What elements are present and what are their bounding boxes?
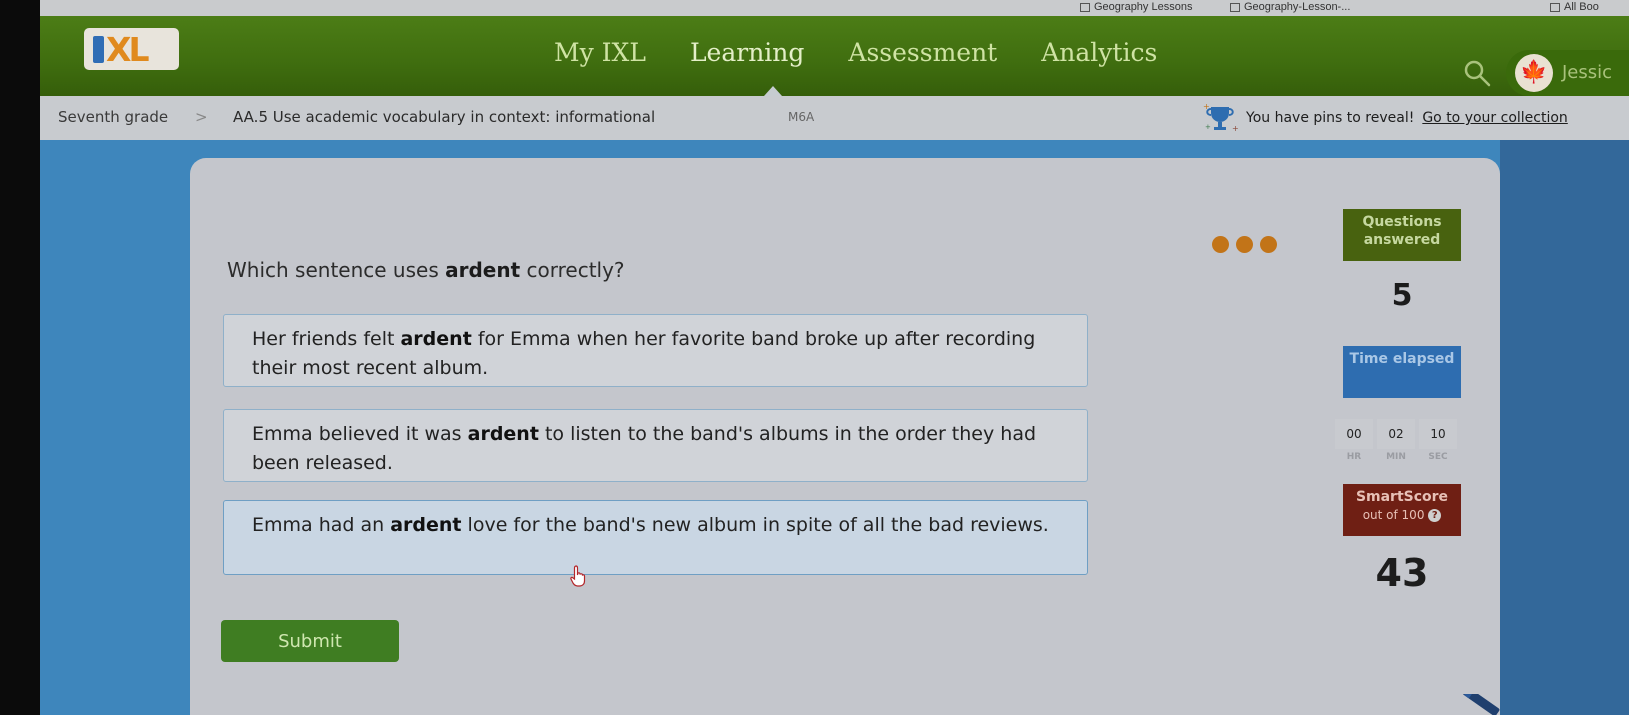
pins-notice: + + + You have pins to reveal! Go to you… xyxy=(1202,103,1568,133)
skill-code: M6A xyxy=(788,110,815,124)
answer-option-2[interactable]: Emma believed it was ardent to listen to… xyxy=(223,409,1088,482)
time-unit-sec: SEC xyxy=(1428,452,1448,462)
svg-text:+: + xyxy=(1205,123,1211,131)
maple-leaf-icon: 🍁 xyxy=(1520,60,1548,85)
breadcrumb-separator: > xyxy=(195,108,208,126)
breadcrumb-grade[interactable]: Seventh grade xyxy=(58,108,168,126)
logo-bar xyxy=(93,36,104,63)
smartscore-subtitle: out of 100 ? xyxy=(1343,506,1461,524)
breadcrumb-skill: AA.5 Use academic vocabulary in context:… xyxy=(233,108,656,126)
go-to-collection-link[interactable]: Go to your collection xyxy=(1422,110,1567,126)
time-minutes: 02 xyxy=(1377,419,1415,449)
right-gutter xyxy=(1500,140,1629,715)
bookmark-label: All Boo xyxy=(1564,1,1599,13)
progress-dot xyxy=(1212,236,1229,253)
time-seconds: 10 xyxy=(1419,419,1457,449)
time-unit-hr: HR xyxy=(1346,452,1362,462)
progress-dots xyxy=(1212,236,1277,253)
answer-option-1[interactable]: Her friends felt ardent for Emma when he… xyxy=(223,314,1088,387)
folder-icon xyxy=(1550,2,1560,12)
logo-text: XL xyxy=(106,30,150,69)
questions-answered-label: Questions answered xyxy=(1343,209,1461,261)
smartscore-title: SmartScore xyxy=(1355,489,1449,505)
nav-assessment[interactable]: Assessment xyxy=(826,38,1019,67)
time-elapsed-readout: 00 02 10 xyxy=(1335,419,1457,449)
breadcrumb: Seventh grade > AA.5 Use academic vocabu… xyxy=(40,96,1629,140)
avatar: 🍁 xyxy=(1515,54,1553,92)
time-elapsed-label: Time elapsed xyxy=(1343,346,1461,398)
bookmark-geography-lessons[interactable]: Geography Lessons xyxy=(1080,1,1192,13)
pins-message: You have pins to reveal! xyxy=(1246,110,1415,126)
submit-button[interactable]: Submit xyxy=(221,620,399,662)
ixl-logo[interactable]: XL xyxy=(84,28,179,70)
active-nav-caret xyxy=(764,86,782,96)
bookmarks-bar: Geography Lessons Geography-Lesson-... A… xyxy=(40,0,1629,16)
time-units: HR MIN SEC xyxy=(1335,452,1457,462)
bookmark-geography-lesson[interactable]: Geography-Lesson-... xyxy=(1230,1,1350,13)
scratchpad-pencil-icon[interactable] xyxy=(1462,694,1502,715)
folder-icon xyxy=(1080,2,1090,12)
search-icon[interactable] xyxy=(1462,58,1492,88)
smartscore-label: SmartScore out of 100 ? xyxy=(1343,484,1461,536)
svg-text:+: + xyxy=(1203,103,1210,111)
trophy-icon: + + + xyxy=(1203,103,1238,133)
bookmark-label: Geography-Lesson-... xyxy=(1244,1,1351,13)
nav-my-ixl[interactable]: My IXL xyxy=(532,38,668,67)
time-unit-min: MIN xyxy=(1386,452,1406,462)
hand-cursor-icon xyxy=(570,565,586,587)
svg-text:+: + xyxy=(1232,124,1238,133)
question-prompt: Which sentence uses ardent correctly? xyxy=(227,258,625,282)
nav-learning[interactable]: Learning xyxy=(668,38,826,67)
user-menu[interactable]: 🍁 Jessic xyxy=(1506,50,1629,96)
user-name: Jessic xyxy=(1562,62,1613,83)
progress-dot xyxy=(1236,236,1253,253)
bookmark-all-bookmarks[interactable]: All Boo xyxy=(1550,1,1599,13)
top-navigation: XL My IXL Learning Assessment Analytics … xyxy=(40,16,1629,96)
question-keyword: ardent xyxy=(445,258,521,282)
smartscore-value: 43 xyxy=(1375,551,1429,595)
questions-answered-value: 5 xyxy=(1391,278,1413,313)
nav-links: My IXL Learning Assessment Analytics xyxy=(532,38,1179,67)
page-icon xyxy=(1230,2,1240,12)
help-icon[interactable]: ? xyxy=(1428,509,1442,522)
time-hours: 00 xyxy=(1335,419,1373,449)
progress-dot xyxy=(1260,236,1277,253)
bookmark-label: Geography Lessons xyxy=(1094,1,1193,13)
answer-option-3[interactable]: Emma had an ardent love for the band's n… xyxy=(223,500,1088,575)
nav-analytics[interactable]: Analytics xyxy=(1019,38,1179,67)
